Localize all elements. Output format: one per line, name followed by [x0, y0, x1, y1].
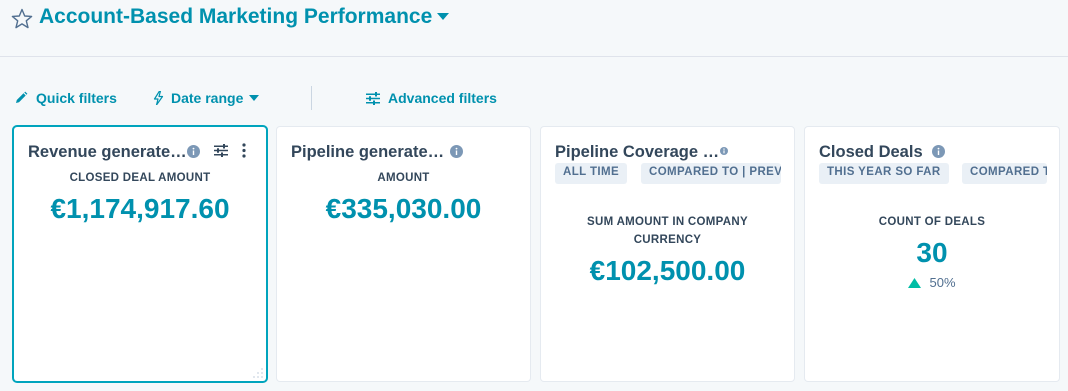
- advanced-filters-label: Advanced filters: [388, 90, 497, 106]
- tag-date-range[interactable]: ALL TIME: [555, 163, 628, 184]
- report-card-closed-deals[interactable]: Closed Deals THIS YEAR SO FAR COMPARED T…: [805, 127, 1059, 381]
- more-vertical-icon[interactable]: [242, 143, 246, 158]
- sliders-icon[interactable]: [214, 144, 228, 157]
- date-range-label: Date range: [171, 90, 244, 106]
- info-icon[interactable]: [932, 145, 945, 158]
- caret-down-icon[interactable]: [437, 13, 449, 21]
- card-title[interactable]: Closed Deals: [819, 143, 923, 162]
- change-value: 50%: [929, 275, 956, 290]
- metric-label: COUNT OF DEALS: [878, 216, 986, 228]
- dashboard-header: Account-Based Marketing Performance: [0, 0, 1068, 57]
- report-card-pipeline-generated[interactable]: Pipeline generate… AMOUNT €335,030.00: [277, 127, 530, 381]
- dashboard-title[interactable]: Account-Based Marketing Performance: [39, 5, 432, 29]
- filter-bar: Quick filters Date range Advanced filter…: [0, 82, 1068, 114]
- filter-divider: [311, 86, 312, 110]
- info-icon[interactable]: [187, 145, 200, 158]
- metric-label-line-2: CURRENCY: [633, 234, 702, 246]
- metric-label: CLOSED DEAL AMOUNT: [69, 172, 211, 184]
- tag-comparison[interactable]: COMPARED TO | PREV: [641, 163, 781, 184]
- card-title[interactable]: Pipeline generate…: [291, 143, 444, 162]
- metric-label-line-1: SUM AMOUNT IN COMPANY: [587, 216, 748, 228]
- metric-value: €335,030.00: [325, 193, 482, 224]
- triangle-up-icon: [908, 277, 922, 288]
- resize-handle-icon[interactable]: [252, 367, 264, 379]
- info-icon[interactable]: [720, 147, 728, 155]
- report-card-revenue[interactable]: Revenue generate… CLOSED DEAL AMOUNT €1,…: [14, 127, 266, 381]
- metric-value: €102,500.00: [589, 255, 746, 286]
- sliders-icon: [366, 91, 380, 105]
- info-icon[interactable]: [450, 145, 463, 158]
- metric-value: €1,174,917.60: [50, 193, 230, 224]
- advanced-filters-button[interactable]: Advanced filters: [366, 88, 497, 108]
- metric-value: 30: [916, 237, 948, 268]
- lightning-icon: [153, 91, 164, 105]
- tag-comparison[interactable]: COMPARED T: [962, 163, 1047, 184]
- caret-down-icon: [249, 94, 260, 101]
- quick-filters-label: Quick filters: [36, 90, 117, 106]
- change-indicator: 50%: [805, 275, 1059, 290]
- metric-label: AMOUNT: [377, 172, 430, 184]
- card-title[interactable]: Pipeline Coverage …: [555, 143, 719, 162]
- date-range-button[interactable]: Date range: [153, 88, 260, 108]
- star-outline-icon[interactable]: [10, 7, 34, 31]
- pencil-icon: [16, 91, 28, 103]
- quick-filters-button[interactable]: Quick filters: [14, 88, 117, 108]
- tag-date-range[interactable]: THIS YEAR SO FAR: [819, 163, 949, 184]
- card-title[interactable]: Revenue generate…: [28, 143, 187, 162]
- report-card-pipeline-coverage[interactable]: Pipeline Coverage … ALL TIME COMPARED TO…: [541, 127, 794, 381]
